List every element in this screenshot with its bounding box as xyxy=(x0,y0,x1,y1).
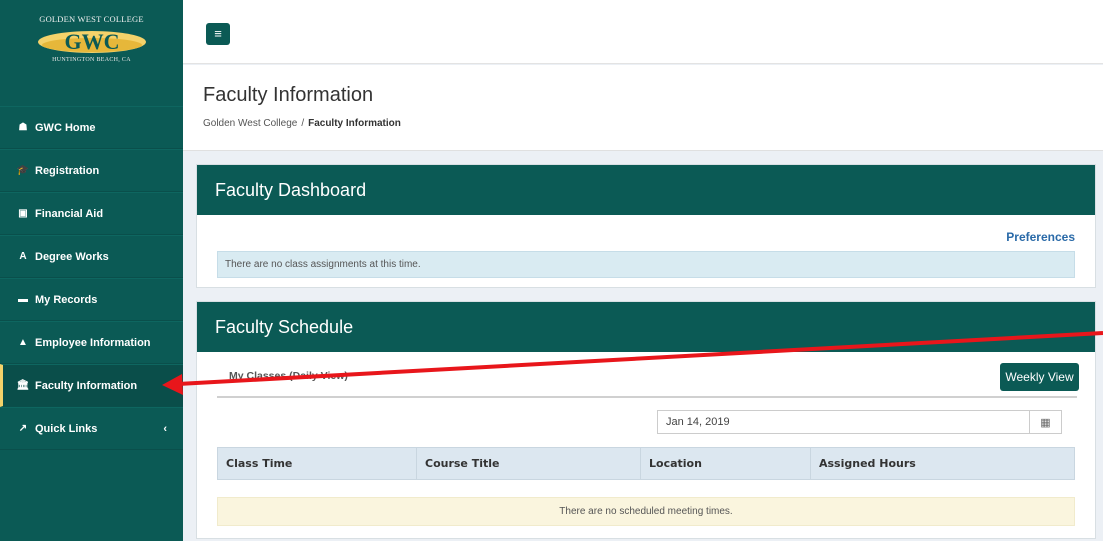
external-link-icon: ↗ xyxy=(18,423,28,434)
gwc-logo-mark: GWC xyxy=(37,29,146,54)
faculty-dashboard-heading: Faculty Dashboard xyxy=(197,165,1095,215)
no-meetings-message: There are no scheduled meeting times. xyxy=(217,497,1075,526)
sidebar-item-label: Financial Aid xyxy=(35,207,104,220)
sidebar: GOLDEN WEST COLLEGE GWC HUNTINGTON BEACH… xyxy=(0,0,183,541)
breadcrumb: Golden West College / Faculty Information xyxy=(203,118,401,129)
breadcrumb-root-link[interactable]: Golden West College xyxy=(203,118,297,129)
sidebar-toggle-button[interactable]: ≡ xyxy=(206,23,230,45)
preferences-link[interactable]: Preferences xyxy=(1006,230,1075,244)
schedule-date-field[interactable]: Jan 14, 2019 ▦ xyxy=(657,410,1062,434)
sidebar-item-gwc-home[interactable]: ☗ GWC Home xyxy=(0,106,183,149)
column-header-class-time[interactable]: Class Time xyxy=(217,447,417,480)
date-value: Jan 14, 2019 xyxy=(666,416,730,428)
graduation-cap-icon: 🎓 xyxy=(16,165,30,176)
schedule-tabs: My Classes (Daily View) xyxy=(217,364,1077,398)
no-assignments-alert: There are no class assignments at this t… xyxy=(217,251,1075,278)
weekly-view-button[interactable]: Weekly View xyxy=(1000,363,1079,391)
faculty-dashboard-panel: Faculty Dashboard Preferences There are … xyxy=(196,164,1096,288)
college-logo[interactable]: GOLDEN WEST COLLEGE GWC HUNTINGTON BEACH… xyxy=(0,0,183,106)
calendar-icon[interactable]: ▦ xyxy=(1029,411,1061,433)
sidebar-nav: ☗ GWC Home 🎓 Registration ▣ Financial Ai… xyxy=(0,106,183,450)
home-icon: ☗ xyxy=(18,122,28,133)
schedule-table: Class Time Course Title Location Assigne… xyxy=(217,447,1075,480)
hamburger-icon: ≡ xyxy=(214,26,222,41)
user-icon: ▲ xyxy=(18,337,28,348)
logo-bottom-text: HUNTINGTON BEACH, CA xyxy=(52,57,131,63)
sidebar-item-label: Employee Information xyxy=(35,336,151,349)
breadcrumb-current: Faculty Information xyxy=(308,118,401,129)
sidebar-item-faculty-information[interactable]: 🏛 Faculty Information xyxy=(0,364,183,407)
sidebar-item-registration[interactable]: 🎓 Registration xyxy=(0,149,183,192)
column-header-location[interactable]: Location xyxy=(640,447,811,480)
faculty-schedule-heading: Faculty Schedule xyxy=(197,302,1095,352)
money-icon: ▣ xyxy=(18,208,28,219)
logo-top-text: GOLDEN WEST COLLEGE xyxy=(39,14,144,24)
sidebar-item-label: GWC Home xyxy=(35,121,96,134)
logo-mark-text: GWC xyxy=(64,29,119,54)
top-bar: ≡ xyxy=(183,0,1103,64)
column-header-course-title[interactable]: Course Title xyxy=(416,447,641,480)
faculty-schedule-panel: Faculty Schedule My Classes (Daily View)… xyxy=(196,301,1096,539)
sidebar-item-my-records[interactable]: ▬ My Records xyxy=(0,278,183,321)
page-title: Faculty Information xyxy=(203,84,374,106)
sidebar-item-degree-works[interactable]: A Degree Works xyxy=(0,235,183,278)
sidebar-item-financial-aid[interactable]: ▣ Financial Aid xyxy=(0,192,183,235)
tab-daily-view[interactable]: My Classes (Daily View) xyxy=(229,370,348,382)
column-header-assigned-hours[interactable]: Assigned Hours xyxy=(810,447,1075,480)
institution-icon: 🏛 xyxy=(16,380,30,391)
chevron-left-icon: ‹ xyxy=(163,422,167,435)
font-a-icon: A xyxy=(19,251,27,262)
folder-icon: ▬ xyxy=(18,294,28,305)
sidebar-item-label: Degree Works xyxy=(35,250,109,263)
sidebar-item-employee-information[interactable]: ▲ Employee Information xyxy=(0,321,183,364)
breadcrumb-separator: / xyxy=(301,118,305,129)
sidebar-item-label: Registration xyxy=(35,164,100,177)
page-header: Faculty Information Golden West College /… xyxy=(183,65,1103,151)
sidebar-item-label: My Records xyxy=(35,293,98,306)
table-header-row: Class Time Course Title Location Assigne… xyxy=(217,447,1075,480)
sidebar-item-label: Faculty Information xyxy=(35,379,138,392)
sidebar-item-label: Quick Links xyxy=(35,422,98,435)
sidebar-item-quick-links[interactable]: ↗ Quick Links ‹ xyxy=(0,407,183,450)
